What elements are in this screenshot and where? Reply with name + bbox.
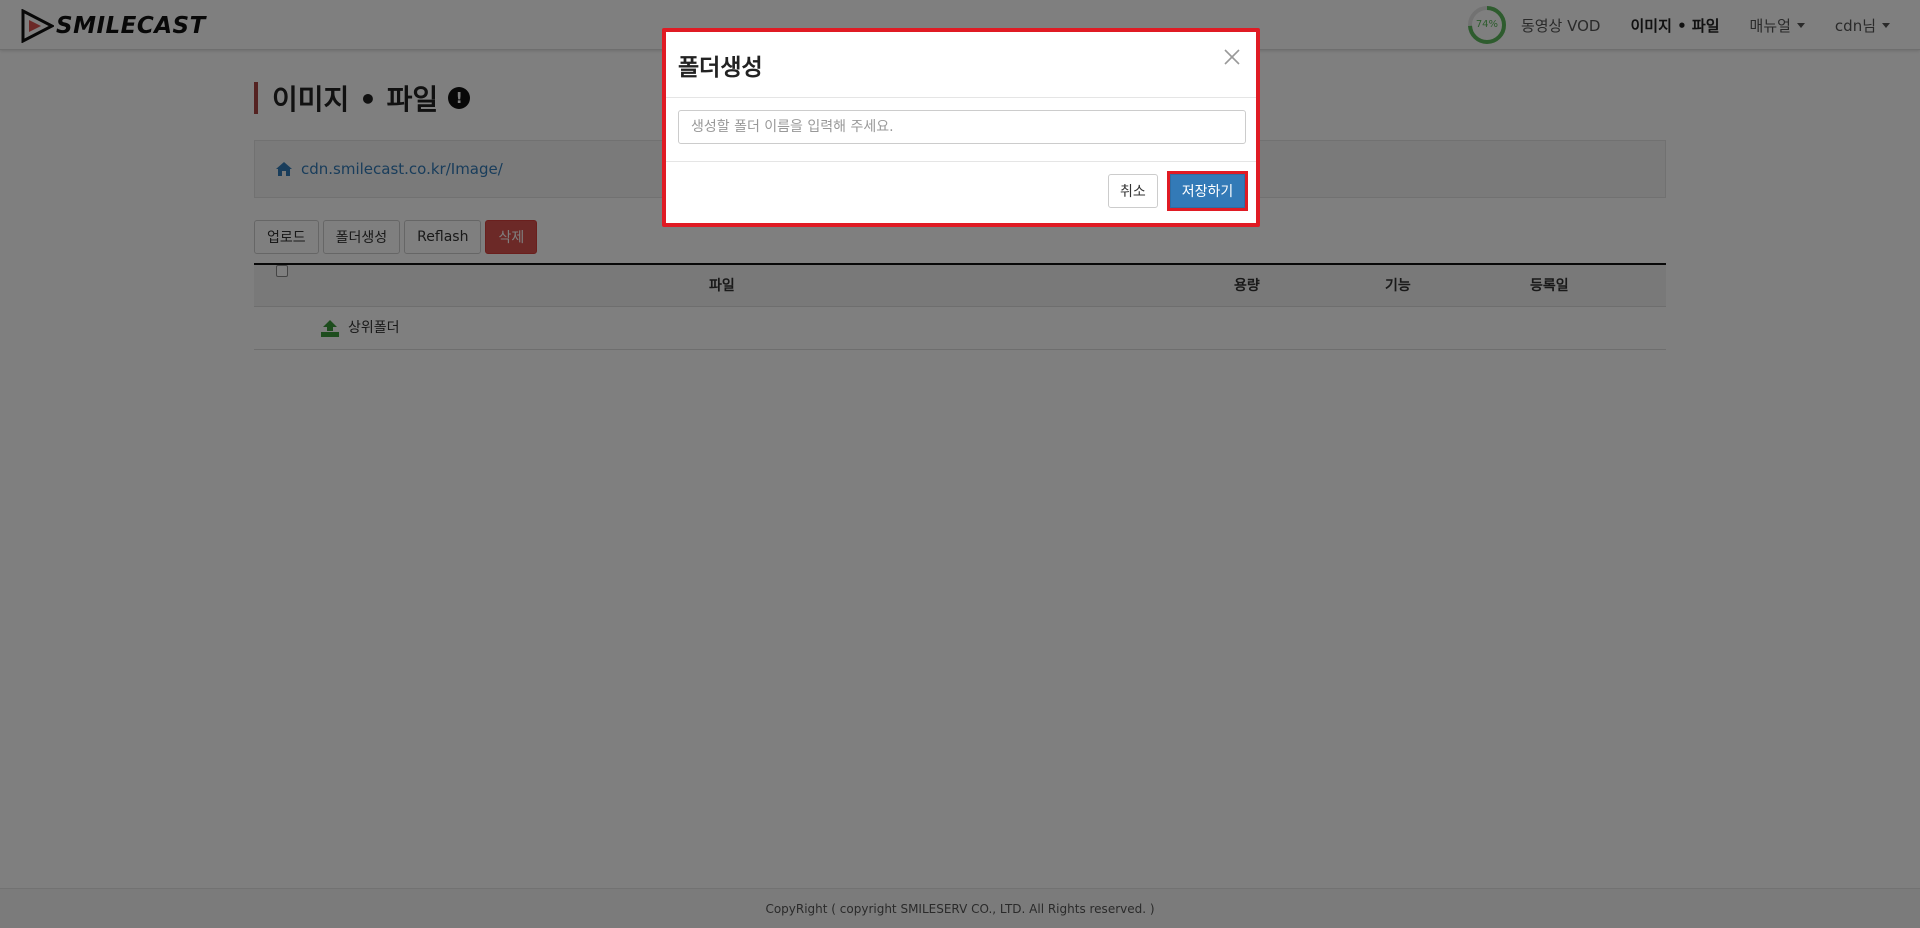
modal-body — [666, 98, 1256, 162]
save-button-highlight: 저장하기 — [1167, 171, 1248, 211]
save-button[interactable]: 저장하기 — [1170, 174, 1245, 208]
modal-footer: 취소 저장하기 — [666, 162, 1256, 223]
modal-title: 폴더생성 — [678, 55, 763, 81]
folder-name-input[interactable] — [678, 110, 1246, 144]
modal-header: 폴더생성 — [666, 32, 1256, 98]
create-folder-modal: 폴더생성 취소 저장하기 — [662, 28, 1260, 227]
close-icon[interactable] — [1222, 47, 1242, 67]
cancel-button[interactable]: 취소 — [1108, 174, 1158, 208]
